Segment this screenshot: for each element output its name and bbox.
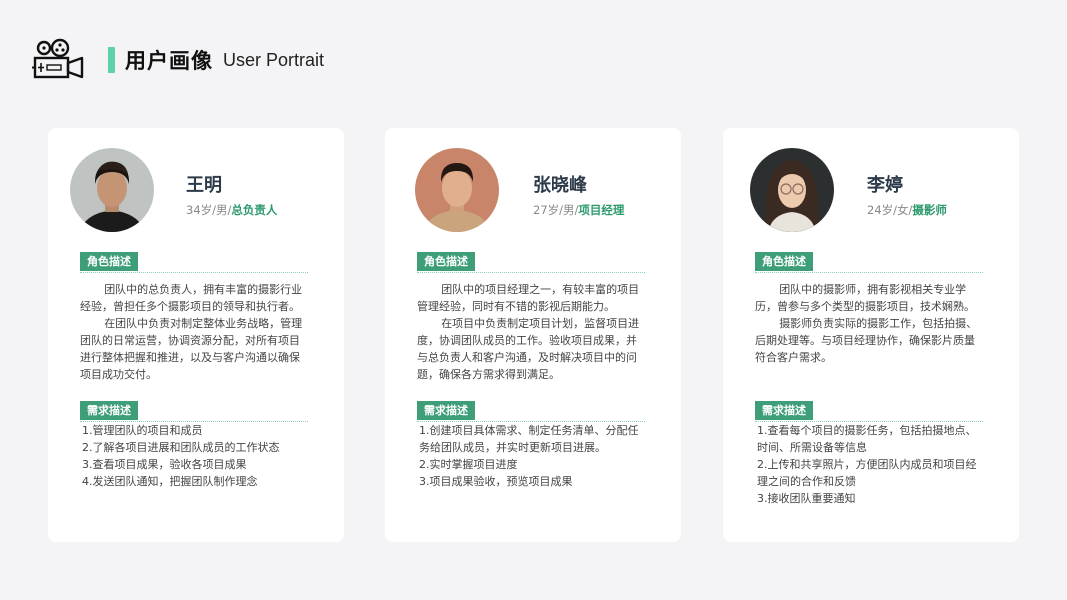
needs-section-tag: 需求描述 (417, 401, 475, 420)
role-section-tag: 角色描述 (755, 252, 813, 271)
need-item: 1.创建项目具体需求、制定任务清单、分配任务给团队成员，并实时更新项目进展。 (419, 424, 639, 454)
persona-role: 项目经理 (578, 203, 625, 217)
avatar (750, 148, 834, 232)
need-item: 1.管理团队的项目和成员 (82, 424, 203, 437)
page-header: 用户画像 User Portrait (32, 30, 324, 90)
role-section: 角色描述 团队中的摄影师，拥有影视相关专业学历，曾参与多个类型的摄影项目，技术娴… (755, 252, 983, 366)
persona-card: 张晓峰 27岁/男/项目经理 角色描述 团队中的项目经理之一，有较丰富的项目管理… (385, 128, 681, 542)
persona-name: 张晓峰 (533, 175, 587, 196)
film-camera-icon (32, 38, 84, 79)
role-paragraph: 在团队中负责对制定整体业务战略，管理团队的日常运营，协调资源分配，对所有项目进行… (80, 317, 303, 381)
need-item: 2.了解各项目进展和团队成员的工作状态 (82, 441, 280, 454)
role-paragraph: 在项目中负责制定项目计划，监督项目进度，协调团队成员的工作。验收项目成果，并与总… (417, 317, 640, 381)
need-item: 2.实时掌握项目进度 (419, 458, 518, 471)
need-item: 3.接收团队重要通知 (757, 492, 856, 505)
page-title-en: User Portrait (223, 49, 325, 70)
avatar (415, 148, 499, 232)
need-item: 3.项目成果验收，预览项目成果 (419, 475, 573, 488)
needs-section: 需求描述 1.管理团队的项目和成员 2.了解各项目进展和团队成员的工作状态 3.… (80, 401, 308, 490)
persona-age-gender: 24岁/女/ (867, 203, 913, 217)
persona-card: 李婷 24岁/女/摄影师 角色描述 团队中的摄影师，拥有影视相关专业学历，曾参与… (723, 128, 1019, 542)
persona-role: 总负责人 (231, 203, 278, 217)
persona-meta: 24岁/女/摄影师 (867, 202, 947, 218)
role-paragraph: 摄影师负责实际的摄影工作，包括拍摄、后期处理等。与项目经理协作，确保影片质量符合… (755, 317, 978, 364)
persona-card: 王明 34岁/男/总负责人 角色描述 团队中的总负责人，拥有丰富的摄影行业经验，… (48, 128, 344, 542)
avatar (70, 148, 154, 232)
persona-role: 摄影师 (912, 203, 947, 217)
page-title: 用户画像 (125, 49, 213, 73)
persona-meta: 34岁/男/总负责人 (186, 202, 277, 218)
role-paragraph: 团队中的总负责人，拥有丰富的摄影行业经验，曾担任多个摄影项目的领导和执行者。 (80, 283, 303, 313)
needs-section: 需求描述 1.查看每个项目的摄影任务，包括拍摄地点、时间、所需设备等信息 2.上… (755, 401, 983, 507)
role-section: 角色描述 团队中的总负责人，拥有丰富的摄影行业经验，曾担任多个摄影项目的领导和执… (80, 252, 308, 383)
needs-section: 需求描述 1.创建项目具体需求、制定任务清单、分配任务给团队成员，并实时更新项目… (417, 401, 645, 490)
persona-age-gender: 27岁/男/ (533, 203, 579, 217)
title-accent-bar (108, 47, 115, 73)
persona-name: 李婷 (867, 175, 903, 196)
need-item: 4.发送团队通知，把握团队制作理念 (82, 475, 258, 488)
need-item: 2.上传和共享照片，方便团队内成员和项目经理之间的合作和反馈 (757, 458, 977, 488)
role-section-tag: 角色描述 (80, 252, 138, 271)
persona-meta: 27岁/男/项目经理 (533, 202, 624, 218)
need-item: 3.查看项目成果，验收各项目成果 (82, 458, 247, 471)
role-section-tag: 角色描述 (417, 252, 475, 271)
role-section: 角色描述 团队中的项目经理之一，有较丰富的项目管理经验，同时有不错的影视后期能力… (417, 252, 645, 383)
role-paragraph: 团队中的摄影师，拥有影视相关专业学历，曾参与多个类型的摄影项目，技术娴熟。 (755, 283, 975, 313)
persona-name: 王明 (186, 175, 222, 196)
role-paragraph: 团队中的项目经理之一，有较丰富的项目管理经验，同时有不错的影视后期能力。 (417, 283, 640, 313)
persona-age-gender: 34岁/男/ (186, 203, 232, 217)
needs-section-tag: 需求描述 (80, 401, 138, 420)
needs-section-tag: 需求描述 (755, 401, 813, 420)
need-item: 1.查看每个项目的摄影任务，包括拍摄地点、时间、所需设备等信息 (757, 424, 977, 454)
